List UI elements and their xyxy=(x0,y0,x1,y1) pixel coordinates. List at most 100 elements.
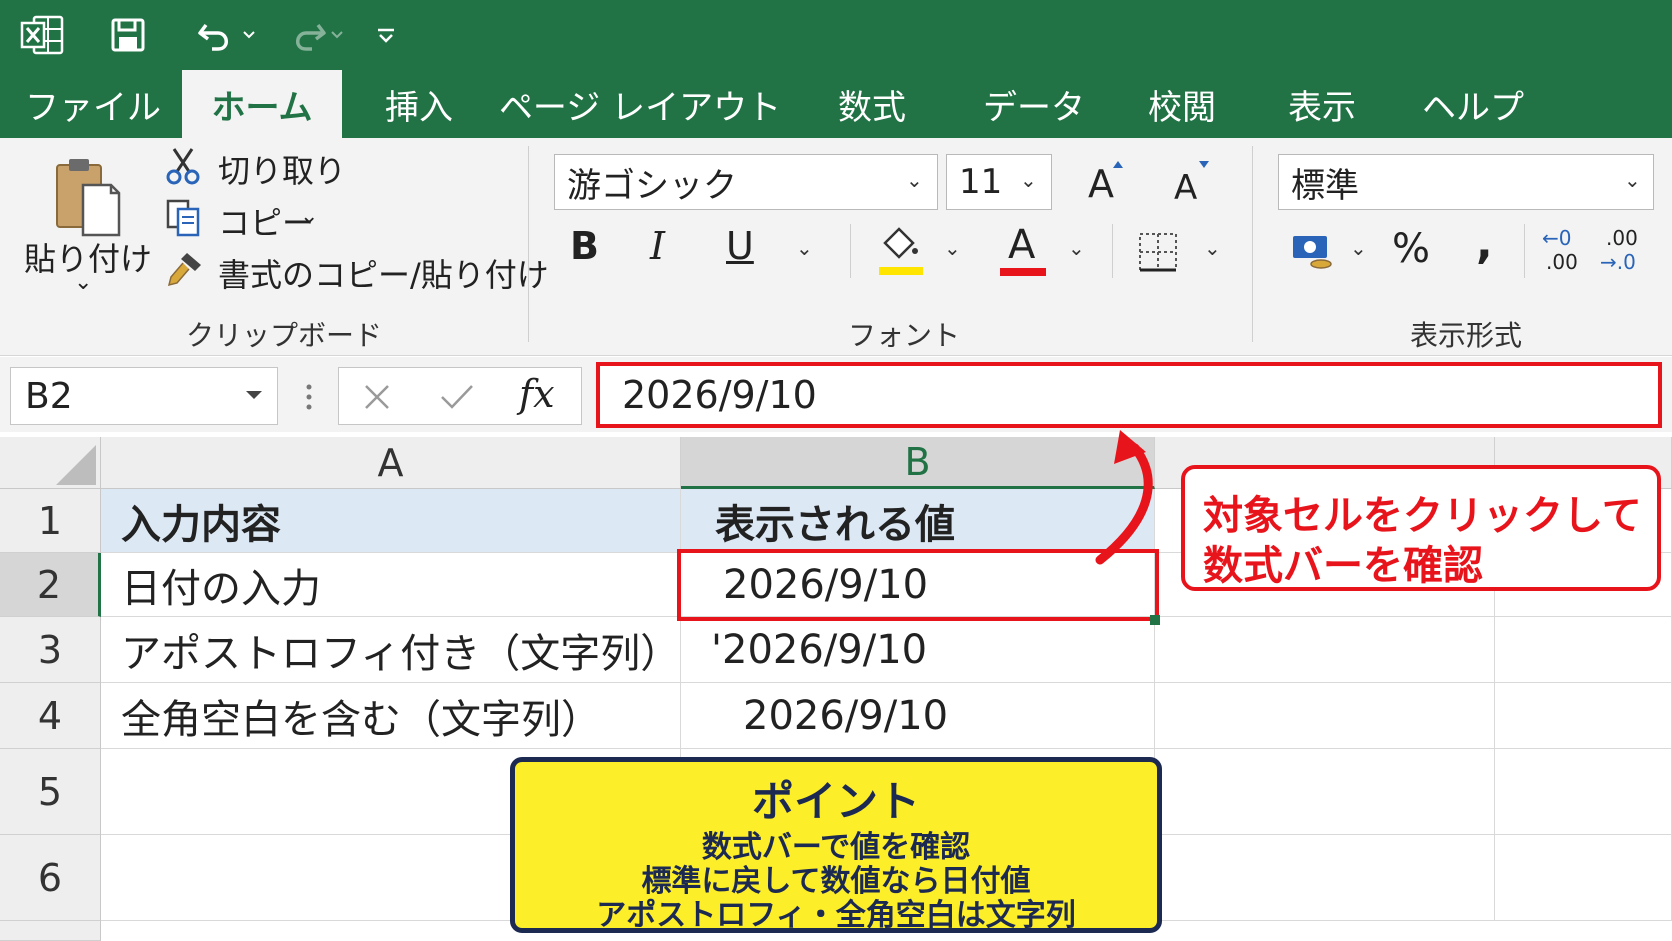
cell-b4[interactable]: 2026/9/10 xyxy=(681,683,1155,749)
cell-c3[interactable] xyxy=(1155,617,1495,683)
italic-button[interactable]: I xyxy=(650,224,665,268)
format-painter-button[interactable]: 書式のコピー/貼り付け xyxy=(218,250,549,296)
tab-data[interactable]: データ xyxy=(978,70,1090,138)
cell-c6[interactable] xyxy=(1155,835,1495,921)
tab-home[interactable]: ホーム xyxy=(182,70,342,138)
font-color-swatch xyxy=(1000,268,1046,276)
enter-check-icon[interactable] xyxy=(437,380,477,414)
paste-icon[interactable] xyxy=(48,152,128,242)
save-icon[interactable] xyxy=(110,12,146,58)
increase-decimal-top[interactable]: ←0 xyxy=(1542,226,1571,250)
cell-a2[interactable]: 日付の入力 xyxy=(101,553,681,617)
number-separator xyxy=(1524,224,1525,278)
cell-a3[interactable]: アポストロフィ付き（文字列） xyxy=(101,617,681,683)
row-header-4[interactable]: 4 xyxy=(0,683,101,749)
currency-dropdown-icon[interactable]: ⌄ xyxy=(1350,236,1367,260)
tab-insert[interactable]: 挿入 xyxy=(364,70,474,138)
underline-dropdown-icon[interactable]: ⌄ xyxy=(796,236,813,260)
ribbon-home: 貼り付け ⌄ 切り取り コピー ⌄ 書式のコピー/貼り付け クリップボード 游ゴ… xyxy=(0,138,1672,356)
cell-c4[interactable] xyxy=(1155,683,1495,749)
row-header-2[interactable]: 2 xyxy=(0,553,101,617)
row-header-3[interactable]: 3 xyxy=(0,617,101,683)
fill-color-dropdown-icon[interactable]: ⌄ xyxy=(944,236,961,260)
tab-review[interactable]: 校閲 xyxy=(1136,70,1228,138)
borders-dropdown-icon[interactable]: ⌄ xyxy=(1204,236,1221,260)
number-group-label: 表示形式 xyxy=(1410,319,1523,352)
point-title: ポイント xyxy=(751,777,920,826)
tab-help[interactable]: ヘルプ xyxy=(1418,70,1528,138)
grow-font-arrow-icon xyxy=(1110,158,1126,170)
formula-value: 2026/9/10 xyxy=(622,373,817,417)
point-summary-box: ポイント 数式バーで値を確認 標準に戻して数値なら日付値 アポストロフィ・全角空… xyxy=(510,757,1162,933)
font-separator-2 xyxy=(1112,224,1113,278)
undo-dropdown-icon[interactable] xyxy=(242,12,256,58)
point-line-3: アポストロフィ・全角空白は文字列 xyxy=(596,898,1076,933)
font-group-label: フォント xyxy=(848,319,961,352)
tab-file[interactable]: ファイル xyxy=(18,70,168,138)
font-name-chevron-down-icon[interactable]: ⌄ xyxy=(906,168,923,192)
tab-formulas[interactable]: 数式 xyxy=(824,70,920,138)
number-format-value: 標準 xyxy=(1291,165,1359,206)
decrease-decimal-top[interactable]: .00 xyxy=(1606,226,1638,250)
cut-button[interactable]: 切り取り xyxy=(218,146,346,192)
select-all-corner[interactable] xyxy=(0,437,101,489)
borders-icon[interactable] xyxy=(1134,228,1182,276)
redo-icon[interactable] xyxy=(290,12,328,58)
decrease-decimal-bottom[interactable]: →.0 xyxy=(1600,250,1636,274)
currency-format-icon[interactable] xyxy=(1290,230,1336,274)
cell-c5[interactable] xyxy=(1155,749,1495,835)
font-separator xyxy=(850,224,851,278)
group-separator xyxy=(528,146,529,342)
title-bar xyxy=(0,0,1672,70)
name-box-dropdown-icon[interactable] xyxy=(242,385,266,405)
cell-d3[interactable] xyxy=(1495,617,1672,683)
excel-logo-icon xyxy=(20,12,64,58)
number-format-dropdown[interactable]: 標準 xyxy=(1278,154,1654,210)
font-color-button[interactable]: A xyxy=(1008,222,1035,268)
callout-line-2: 数式バーを確認 xyxy=(1203,543,1483,589)
column-header-a[interactable]: A xyxy=(101,437,681,489)
cell-b3[interactable]: '2026/9/10 xyxy=(681,617,1155,683)
row-header-1[interactable]: 1 xyxy=(0,489,101,553)
font-name-dropdown[interactable]: 游ゴシック xyxy=(554,154,938,210)
cell-d4[interactable] xyxy=(1495,683,1672,749)
shrink-font-button[interactable]: A xyxy=(1174,168,1197,208)
paste-dropdown-icon[interactable]: ⌄ xyxy=(74,270,92,295)
undo-icon[interactable] xyxy=(196,12,234,58)
fill-handle[interactable] xyxy=(1150,615,1160,625)
ribbon-tabs: ファイル ホーム 挿入 ページ レイアウト 数式 データ 校閲 表示 ヘルプ xyxy=(0,70,1672,138)
row-header-7[interactable] xyxy=(0,921,101,941)
insert-function-button[interactable]: fx xyxy=(519,372,555,416)
customize-qat-icon[interactable] xyxy=(376,12,396,58)
instruction-callout: 対象セルをクリックして 数式バーを確認 xyxy=(1181,465,1661,591)
cell-a4[interactable]: 全角空白を含む（文字列） xyxy=(101,683,681,749)
font-size-chevron-down-icon[interactable]: ⌄ xyxy=(1020,168,1037,192)
cut-icon[interactable] xyxy=(164,146,202,186)
cell-d6[interactable] xyxy=(1495,835,1672,921)
increase-decimal-bottom[interactable]: .00 xyxy=(1546,250,1578,274)
formula-input[interactable]: 2026/9/10 xyxy=(596,362,1662,428)
tab-view[interactable]: 表示 xyxy=(1276,70,1368,138)
row-header-5[interactable]: 5 xyxy=(0,749,101,835)
format-painter-icon[interactable] xyxy=(164,250,204,288)
cell-d5[interactable] xyxy=(1495,749,1672,835)
underline-button[interactable]: U xyxy=(726,224,754,268)
cell-a1[interactable]: 入力内容 xyxy=(101,489,681,553)
comma-style-button[interactable]: , xyxy=(1476,218,1493,269)
number-format-chevron-down-icon[interactable]: ⌄ xyxy=(1624,168,1641,192)
more-options-icon[interactable] xyxy=(296,377,322,417)
copy-icon[interactable] xyxy=(164,198,204,238)
formula-controls: fx xyxy=(338,367,582,425)
row-header-6[interactable]: 6 xyxy=(0,835,101,921)
font-name-value: 游ゴシック xyxy=(567,165,737,206)
font-color-dropdown-icon[interactable]: ⌄ xyxy=(1068,236,1085,260)
name-box[interactable]: B2 xyxy=(10,367,278,425)
formula-bar: B2 fx 2026/9/10 xyxy=(0,357,1672,432)
redo-dropdown-icon[interactable] xyxy=(330,12,344,58)
copy-dropdown-icon[interactable]: ⌄ xyxy=(300,204,318,229)
percent-button[interactable]: % xyxy=(1392,226,1430,272)
bold-button[interactable]: B xyxy=(570,224,599,268)
cancel-icon[interactable] xyxy=(359,380,395,414)
tab-page-layout[interactable]: ページ レイアウト xyxy=(499,70,781,138)
fill-color-icon[interactable] xyxy=(876,224,926,278)
